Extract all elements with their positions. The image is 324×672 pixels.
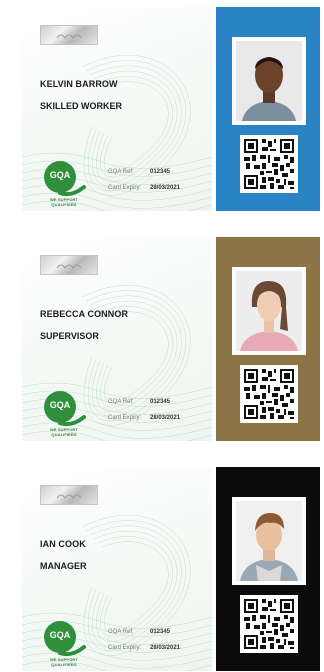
ref-label: GQA Ref: xyxy=(108,399,134,405)
qr-frame xyxy=(240,135,298,193)
logo-tagline: WE SUPPORT QUALIFIERS xyxy=(50,197,78,207)
gqa-logo-icon: GQA xyxy=(44,161,86,197)
qr-code xyxy=(244,369,294,419)
id-card: REBECCA CONNOR SUPERVISOR GQA WE SUPPORT… xyxy=(0,235,324,443)
card-back xyxy=(216,7,320,211)
gqa-logo-icon: GQA xyxy=(44,621,86,657)
id-card: IAN COOK MANAGER GQA WE SUPPORT QUALIFIE… xyxy=(0,465,324,672)
gqa-logo-icon: GQA xyxy=(44,391,86,427)
expiry-value: 28/03/2021 xyxy=(150,415,181,421)
logo-tagline: WE SUPPORT QUALIFIERS xyxy=(50,427,78,437)
expiry-value: 28/03/2021 xyxy=(150,645,181,651)
photo-frame xyxy=(232,497,306,585)
logo-tagline: WE SUPPORT QUALIFIERS xyxy=(50,657,78,667)
logo-text: GQA xyxy=(50,170,71,180)
ref-value: 012345 xyxy=(150,169,171,175)
expiry-label: Card Expiry: xyxy=(108,415,142,421)
cardholder-role: MANAGER xyxy=(40,561,87,571)
photo-frame xyxy=(232,37,306,125)
qr-code xyxy=(244,139,294,189)
logo-text: GQA xyxy=(50,400,71,410)
cardholder-role: SUPERVISOR xyxy=(40,331,99,341)
photo-frame xyxy=(232,267,306,355)
card-front: KELVIN BARROW SKILLED WORKER GQA WE SUPP… xyxy=(22,7,212,211)
card-front: IAN COOK MANAGER GQA WE SUPPORT QUALIFIE… xyxy=(22,467,212,671)
card-front: REBECCA CONNOR SUPERVISOR GQA WE SUPPORT… xyxy=(22,237,212,441)
hologram-strip xyxy=(40,25,98,45)
qr-frame xyxy=(240,595,298,653)
qr-frame xyxy=(240,365,298,423)
portrait-photo xyxy=(236,501,302,581)
card-back xyxy=(216,237,320,441)
ref-label: GQA Ref: xyxy=(108,629,134,635)
portrait-photo xyxy=(236,41,302,121)
id-card-samples: { "cards": [ { "name": "KELVIN BARROW", … xyxy=(0,0,324,672)
id-card: KELVIN BARROW SKILLED WORKER GQA WE SUPP… xyxy=(0,5,324,213)
expiry-label: Card Expiry: xyxy=(108,185,142,191)
card-back xyxy=(216,467,320,671)
ref-value: 012345 xyxy=(150,629,171,635)
cardholder-role: SKILLED WORKER xyxy=(40,101,122,111)
portrait-photo xyxy=(236,271,302,351)
cardholder-name: KELVIN BARROW xyxy=(40,79,118,89)
cardholder-name: REBECCA CONNOR xyxy=(40,309,129,319)
cardholder-name: IAN COOK xyxy=(40,539,86,549)
ref-label: GQA Ref: xyxy=(108,169,134,175)
hologram-strip xyxy=(40,485,98,505)
qr-code xyxy=(244,599,294,649)
logo-text: GQA xyxy=(50,630,71,640)
expiry-value: 28/03/2021 xyxy=(150,185,181,191)
expiry-label: Card Expiry: xyxy=(108,645,142,651)
hologram-strip xyxy=(40,255,98,275)
ref-value: 012345 xyxy=(150,399,171,405)
